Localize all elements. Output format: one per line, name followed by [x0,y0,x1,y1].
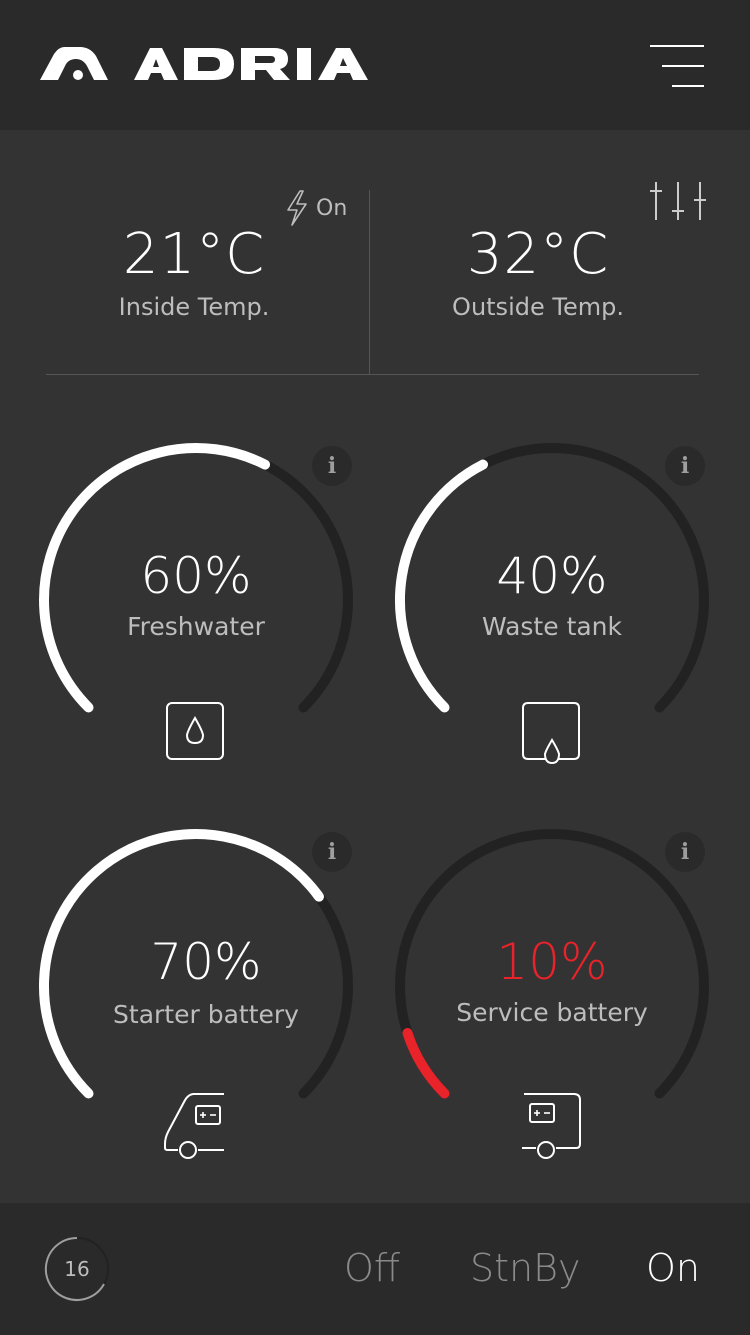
starter-battery-info-button[interactable]: i [312,832,352,872]
waste-tank-gauge[interactable]: 40% Waste tank [392,440,712,770]
footer-bar: 16 Off StnBy On [0,1203,750,1335]
inside-temp-label: Inside Temp. [118,293,270,321]
inside-temp-block: 21°C Inside Temp. [34,222,354,322]
freshwater-gauge[interactable]: 60% Freshwater [36,440,356,770]
mode-off-button[interactable]: Off [344,1243,400,1293]
waste-tank-value: 40% [496,547,608,605]
freshwater-label: Freshwater [127,612,265,641]
timer-button[interactable]: 16 [44,1236,110,1302]
service-battery-info-button[interactable]: i [665,832,705,872]
outside-temp-block: 32°C Outside Temp. [378,222,698,322]
heater-status[interactable]: On [284,190,347,226]
sliders-icon [650,182,706,220]
timer-value: 16 [64,1257,90,1281]
outside-temp-value: 32°C [466,222,610,287]
temp-divider [369,190,370,375]
app-header [0,0,750,130]
freshwater-value: 60% [140,547,252,605]
climate-settings-button[interactable] [648,178,710,224]
waste-tank-info-button[interactable]: i [665,446,705,486]
section-divider [46,374,699,375]
starter-battery-label: Starter battery [113,1000,299,1029]
freshwater-info-button[interactable]: i [312,446,352,486]
mode-on-button[interactable]: On [646,1243,700,1293]
menu-button[interactable] [646,44,706,92]
starter-battery-gauge[interactable]: 70% Starter battery [36,826,356,1159]
outside-temp-label: Outside Temp. [452,293,624,321]
heater-status-label: On [316,195,348,221]
mode-standby-button[interactable]: StnBy [470,1243,580,1293]
service-battery-gauge[interactable]: 10% Service battery [392,826,712,1159]
hamburger-menu-icon[interactable] [646,44,706,92]
inside-temp-value: 21°C [122,222,266,287]
waste-tank-label: Waste tank [481,612,623,641]
service-battery-label: Service battery [456,998,648,1027]
service-battery-value: 10% [496,933,608,991]
starter-battery-value: 70% [150,933,262,991]
lightning-icon [287,190,307,226]
brand-logo [38,46,433,86]
